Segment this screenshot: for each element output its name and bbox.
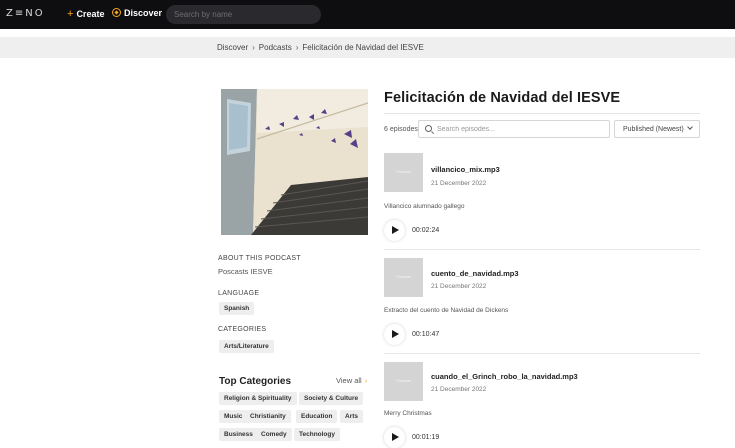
category-chip-christianity[interactable]: Christianity (245, 410, 291, 423)
breadcrumb-discover[interactable]: Discover (217, 43, 248, 52)
about-text: Poscasts IESVE (218, 267, 273, 276)
thumbnail-label: Podcast (396, 274, 411, 279)
episode-search-field[interactable] (418, 120, 610, 138)
episode-divider (384, 249, 700, 250)
podcast-cover-image (221, 89, 368, 235)
episode-duration: 00:01:19 (412, 434, 440, 441)
episode-thumbnail[interactable]: Podcast (384, 153, 423, 192)
category-chip[interactable]: Arts/Literature (219, 340, 274, 353)
thumbnail-label: Podcast (396, 169, 411, 174)
create-button[interactable]: + Create (67, 8, 104, 20)
breadcrumb-current: Felicitación de Navidad del IESVE (302, 43, 424, 52)
top-categories-title: Top Categories (219, 376, 292, 387)
page-title: Felicitación de Navidad del IESVE (384, 90, 621, 106)
categories-heading: CATEGORIES (218, 326, 267, 333)
thumbnail-label: Podcast (396, 378, 411, 383)
category-chip-religion[interactable]: Religion & Spirituality (219, 392, 297, 405)
chevron-right-icon: › (295, 43, 299, 52)
view-all-link[interactable]: View all › (336, 376, 367, 385)
sort-value: Published (Newest) (623, 126, 684, 133)
search-input[interactable] (166, 5, 321, 24)
episode-duration: 00:02:24 (412, 227, 440, 234)
category-chip-music[interactable]: Music (219, 410, 248, 423)
chevron-right-icon: › (252, 43, 255, 52)
episode-description: Merry Christmas (384, 410, 432, 417)
zeno-logo[interactable]: Z≡NO (6, 8, 45, 19)
breadcrumb: Discover › Podcasts › Felicitación de Navida… (217, 43, 424, 52)
category-chip-arts[interactable]: Arts (340, 410, 364, 423)
play-button[interactable] (384, 324, 405, 345)
search-icon (425, 125, 432, 132)
episode-search-input[interactable] (437, 124, 597, 135)
language-heading: LANGUAGE (218, 290, 260, 297)
episode-duration: 00:10:47 (412, 331, 440, 338)
sort-dropdown[interactable]: Published (Newest) (614, 120, 700, 138)
episode-count: 6 episodes (384, 126, 418, 133)
chevron-down-icon (687, 124, 693, 130)
category-chip-technology[interactable]: Technology (294, 428, 340, 441)
about-heading: ABOUT THIS PODCAST (218, 255, 301, 262)
plus-icon: + (67, 8, 74, 20)
discover-label: Discover (124, 8, 163, 18)
category-chip-comedy[interactable]: Comedy (256, 428, 292, 441)
episode-date: 21 December 2022 (431, 180, 487, 187)
play-button[interactable] (384, 427, 405, 448)
chevron-right-icon: › (364, 376, 368, 385)
episode-description: Extracto del cuento de Navidad de Dicken… (384, 307, 509, 314)
create-label: Create (76, 9, 105, 19)
view-all-label: View all (336, 376, 362, 385)
play-button[interactable] (384, 220, 405, 241)
episode-title[interactable]: cuando_el_Grinch_robo_la_navidad.mp3 (431, 372, 578, 381)
breadcrumb-podcasts[interactable]: Podcasts (259, 43, 292, 52)
episode-thumbnail[interactable]: Podcast (384, 362, 423, 401)
language-chip[interactable]: Spanish (219, 302, 255, 315)
episode-title[interactable]: cuento_de_navidad.mp3 (431, 269, 519, 278)
category-chip-education[interactable]: Education (296, 410, 338, 423)
category-chip-society[interactable]: Society & Culture (299, 392, 364, 405)
episode-date: 21 December 2022 (431, 283, 487, 290)
episode-title[interactable]: villancico_mix.mp3 (431, 165, 500, 174)
category-chip-business[interactable]: Business (219, 428, 258, 441)
episode-description: Villancico alumnado gallego (384, 203, 465, 210)
episode-divider (384, 353, 700, 354)
discover-button[interactable]: Discover (112, 8, 162, 18)
compass-icon (112, 8, 121, 17)
episode-thumbnail[interactable]: Podcast (384, 258, 423, 297)
top-navbar: Z≡NO + Create Discover (0, 0, 735, 29)
breadcrumb-bar: Discover › Podcasts › Felicitación de Navida… (0, 37, 735, 58)
episode-date: 21 December 2022 (431, 386, 487, 393)
divider (384, 113, 700, 114)
